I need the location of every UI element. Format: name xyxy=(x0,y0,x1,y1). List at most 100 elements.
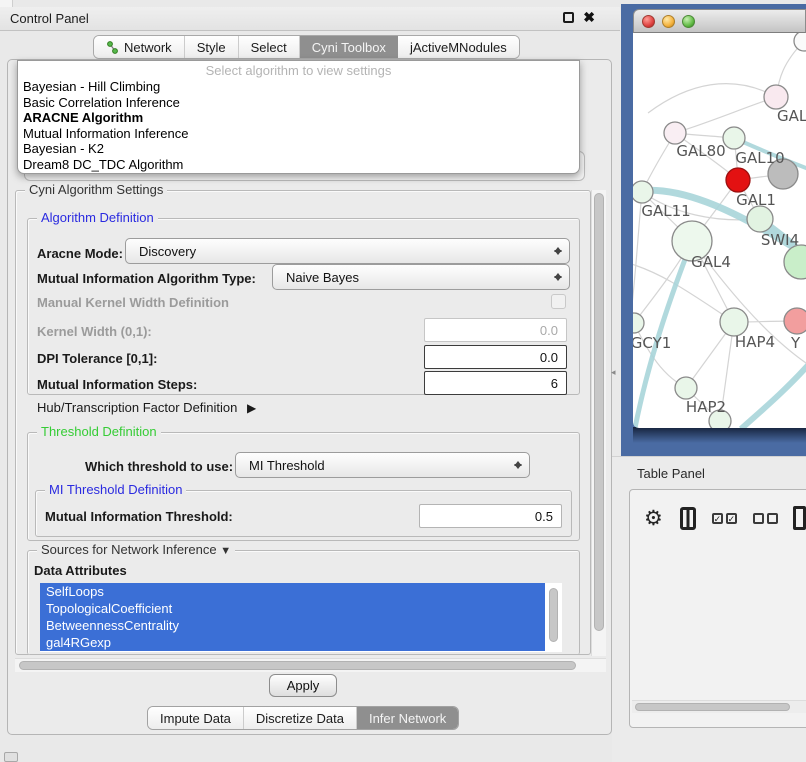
network-view-window: GAL80 GAL10 GAL1 GAL11 SWI4 GAL4 GCY1 HA… xyxy=(633,9,806,428)
combo-stepper-icon xyxy=(554,243,562,259)
splitter-handle-icon[interactable]: ◂ xyxy=(611,367,616,378)
dropdown-item[interactable]: Bayesian - Hill Climbing xyxy=(18,79,579,95)
settings-horizontal-scrollbar[interactable] xyxy=(15,658,606,672)
network-canvas[interactable]: GAL80 GAL10 GAL1 GAL11 SWI4 GAL4 GCY1 HA… xyxy=(633,33,806,428)
attribute-item-selected[interactable]: SelfLoops xyxy=(40,583,545,600)
table-horizontal-scrollbar-thumb[interactable] xyxy=(635,703,790,711)
select-columns-icon[interactable]: ✓ ✓ xyxy=(712,513,737,524)
float-panel-icon[interactable] xyxy=(563,12,574,23)
mi-steps-field[interactable]: 6 xyxy=(424,371,567,395)
node-label: GAL xyxy=(777,107,806,125)
network-node[interactable] xyxy=(675,377,697,399)
network-node[interactable] xyxy=(794,33,806,51)
tab-network-label: Network xyxy=(124,40,172,55)
data-attributes-list: SelfLoops TopologicalCoefficient Between… xyxy=(40,583,562,652)
tab-discretize-data[interactable]: Discretize Data xyxy=(244,707,357,729)
attribute-list-scrollbar-thumb[interactable] xyxy=(549,588,558,642)
unchecked-checkbox-icon xyxy=(767,513,778,524)
tab-select[interactable]: Select xyxy=(239,36,300,58)
network-graph: GAL80 GAL10 GAL1 GAL11 SWI4 GAL4 GCY1 HA… xyxy=(633,33,806,428)
dpi-tolerance-field[interactable]: 0.0 xyxy=(424,345,567,369)
network-node[interactable] xyxy=(633,313,644,333)
split-columns-icon[interactable] xyxy=(680,507,696,530)
tab-jactivemnodules[interactable]: jActiveMNodules xyxy=(398,36,519,58)
node-label: GAL1 xyxy=(736,191,776,209)
node-label: HAP2 xyxy=(686,398,726,416)
close-window-icon[interactable] xyxy=(642,15,655,28)
manual-kernel-checkbox[interactable] xyxy=(551,294,566,309)
node-label: GAL10 xyxy=(735,149,784,167)
close-panel-icon[interactable]: ✖ xyxy=(583,12,595,23)
sources-collapser[interactable]: Sources for Network Inference ▼ xyxy=(37,542,235,557)
dropdown-item-selected[interactable]: ARACNE Algorithm xyxy=(18,110,579,126)
tab-network[interactable]: Network xyxy=(94,36,185,58)
control-panel-title: Control Panel xyxy=(0,11,89,26)
table-horizontal-scrollbar[interactable] xyxy=(632,700,806,713)
mi-threshold-group-title: MI Threshold Definition xyxy=(45,482,186,497)
tab-impute-data[interactable]: Impute Data xyxy=(148,707,244,729)
dropdown-item[interactable]: Bayesian - K2 xyxy=(18,141,579,157)
node-label: Y xyxy=(790,334,801,352)
attribute-item-selected[interactable]: BetweennessCentrality xyxy=(40,617,545,634)
network-node[interactable] xyxy=(664,122,686,144)
expand-right-icon: ▶ xyxy=(247,401,256,415)
node-label: SWI4 xyxy=(761,231,799,249)
tab-style[interactable]: Style xyxy=(185,36,239,58)
collapsed-panel-icon[interactable] xyxy=(4,752,18,762)
table-panel-title: Table Panel xyxy=(637,466,705,481)
attribute-item-selected[interactable]: TopologicalCoefficient xyxy=(40,600,545,617)
data-attributes-label: Data Attributes xyxy=(34,563,127,578)
manual-kernel-label: Manual Kernel Width Definition xyxy=(37,295,229,310)
tab-infer-network[interactable]: Infer Network xyxy=(357,707,458,729)
new-table-icon[interactable] xyxy=(793,506,806,530)
dpi-tolerance-label: DPI Tolerance [0,1]: xyxy=(37,351,157,366)
network-node-selected[interactable] xyxy=(726,168,750,192)
kernel-width-label: Kernel Width (0,1): xyxy=(37,324,152,339)
zoom-window-icon[interactable] xyxy=(682,15,695,28)
settings-vertical-scrollbar[interactable] xyxy=(591,190,606,656)
node-label: GAL4 xyxy=(691,253,731,271)
attribute-list-scrollbar[interactable] xyxy=(547,584,560,652)
which-threshold-combobox[interactable]: MI Threshold xyxy=(235,452,530,478)
mi-threshold-field[interactable]: 0.5 xyxy=(419,504,562,528)
dropdown-item[interactable]: Basic Correlation Inference xyxy=(18,95,579,111)
threshold-definition-title: Threshold Definition xyxy=(37,424,161,439)
apply-button[interactable]: Apply xyxy=(269,674,337,697)
dropdown-item[interactable]: Dream8 DC_TDC Algorithm xyxy=(18,157,579,173)
network-node[interactable] xyxy=(747,206,773,232)
attribute-item-selected[interactable]: gal4RGexp xyxy=(40,634,545,651)
which-threshold-value: MI Threshold xyxy=(236,458,325,473)
network-node[interactable] xyxy=(784,308,806,334)
mi-threshold-label: Mutual Information Threshold: xyxy=(45,509,233,524)
node-label: GCY1 xyxy=(633,334,671,352)
deselect-columns-icon[interactable] xyxy=(753,513,778,524)
dropdown-item[interactable]: Mutual Information Inference xyxy=(18,126,579,142)
aracne-mode-combobox[interactable]: Discovery xyxy=(125,238,570,264)
node-label: GAL80 xyxy=(676,142,725,160)
settings-gear-icon[interactable]: ⚙ xyxy=(644,506,663,531)
mi-type-label: Mutual Information Algorithm Type: xyxy=(37,271,256,286)
kernel-width-field[interactable]: 0.0 xyxy=(424,318,567,342)
sources-title: Sources for Network Inference xyxy=(41,542,217,557)
panel-notch xyxy=(0,0,13,7)
network-node[interactable] xyxy=(764,85,788,109)
settings-horizontal-scrollbar-thumb[interactable] xyxy=(19,661,576,670)
settings-vertical-scrollbar-thumb[interactable] xyxy=(594,193,604,631)
hub-definition-expander[interactable]: Hub/Transcription Factor Definition ▶ xyxy=(37,400,256,415)
window-shadow xyxy=(633,427,806,443)
unchecked-checkbox-icon xyxy=(753,513,764,524)
network-node[interactable] xyxy=(720,308,748,336)
network-node[interactable] xyxy=(784,245,806,279)
mi-steps-label: Mutual Information Steps: xyxy=(37,377,197,392)
which-threshold-label: Which threshold to use: xyxy=(85,459,233,474)
mi-type-combobox[interactable]: Naive Bayes xyxy=(272,264,570,290)
minimize-window-icon[interactable] xyxy=(662,15,675,28)
hub-definition-label: Hub/Transcription Factor Definition xyxy=(37,400,237,415)
table-clip: shared... name A YDL19...YDL19...13 YDR2… xyxy=(632,540,806,700)
tab-cyni-toolbox[interactable]: Cyni Toolbox xyxy=(300,36,398,58)
algorithm-dropdown-prompt: Select algorithm to view settings xyxy=(18,61,579,79)
network-node[interactable] xyxy=(633,181,653,203)
network-node[interactable] xyxy=(723,127,745,149)
network-window-titlebar[interactable] xyxy=(633,9,806,33)
algorithm-definition-title: Algorithm Definition xyxy=(37,210,158,225)
